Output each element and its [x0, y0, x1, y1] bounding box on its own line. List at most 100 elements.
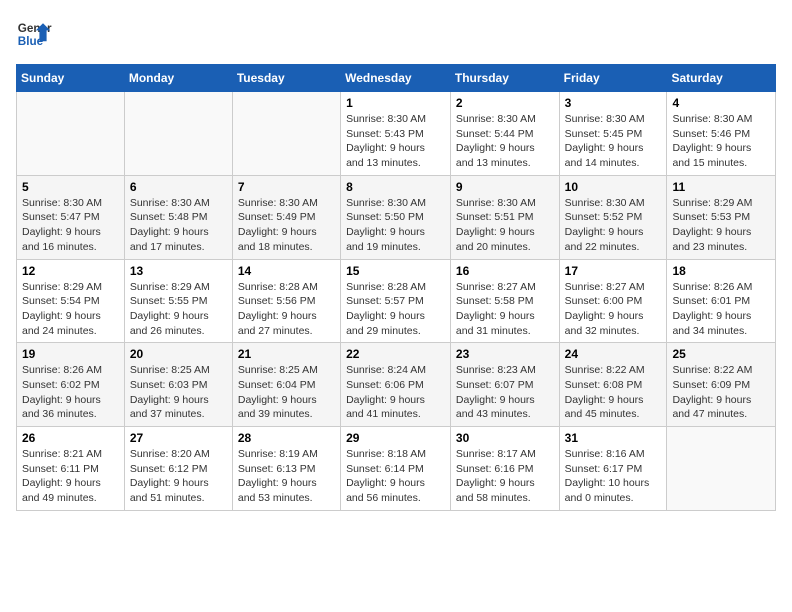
cell-content: Sunrise: 8:25 AM [130, 364, 210, 376]
cell-content: Daylight: 9 hours and 18 minutes. [238, 226, 317, 253]
calendar-cell [232, 92, 340, 176]
cell-content: Sunrise: 8:27 AM [456, 281, 536, 293]
calendar-table: SundayMondayTuesdayWednesdayThursdayFrid… [16, 64, 776, 511]
header-thursday: Thursday [450, 65, 559, 92]
day-number: 13 [130, 264, 227, 278]
header: General Blue [16, 16, 776, 52]
cell-content: Sunrise: 8:30 AM [130, 197, 210, 209]
header-friday: Friday [559, 65, 667, 92]
logo: General Blue [16, 16, 52, 52]
cell-content: Sunset: 6:09 PM [672, 379, 750, 391]
cell-content: Sunrise: 8:30 AM [672, 113, 752, 125]
cell-content: Daylight: 9 hours and 47 minutes. [672, 394, 751, 421]
cell-content: Sunrise: 8:26 AM [22, 364, 102, 376]
day-number: 1 [346, 96, 445, 110]
day-number: 24 [565, 347, 662, 361]
calendar-week-2: 5Sunrise: 8:30 AMSunset: 5:47 PMDaylight… [17, 175, 776, 259]
calendar-header-row: SundayMondayTuesdayWednesdayThursdayFrid… [17, 65, 776, 92]
cell-content: Sunrise: 8:29 AM [672, 197, 752, 209]
cell-content: Sunset: 5:54 PM [22, 295, 100, 307]
cell-content: Sunset: 5:48 PM [130, 211, 208, 223]
calendar-cell: 1 Sunrise: 8:30 AM Sunset: 5:43 PM Daylight… [341, 92, 451, 176]
cell-content: Daylight: 9 hours and 16 minutes. [22, 226, 101, 253]
cell-content: Sunset: 5:50 PM [346, 211, 424, 223]
calendar-cell: 6 Sunrise: 8:30 AM Sunset: 5:48 PM Daylight… [124, 175, 232, 259]
cell-content: Sunset: 6:01 PM [672, 295, 750, 307]
cell-content: Daylight: 9 hours and 37 minutes. [130, 394, 209, 421]
cell-content: Sunset: 5:43 PM [346, 128, 424, 140]
cell-content: Sunset: 6:16 PM [456, 463, 534, 475]
calendar-cell: 22Sunrise: 8:24 AMSunset: 6:06 PMDayligh… [341, 343, 451, 427]
day-number: 23 [456, 347, 554, 361]
calendar-cell: 3Sunrise: 8:30 AMSunset: 5:45 PMDaylight… [559, 92, 667, 176]
cell-content: Daylight: 9 hours and 51 minutes. [130, 477, 209, 504]
cell-content: Sunset: 6:11 PM [22, 463, 99, 475]
calendar-cell: 14Sunrise: 8:28 AMSunset: 5:56 PMDayligh… [232, 259, 340, 343]
cell-content: Daylight: 9 hours and 58 minutes. [456, 477, 535, 504]
calendar-week-3: 12Sunrise: 8:29 AMSunset: 5:54 PMDayligh… [17, 259, 776, 343]
cell-content: Daylight: 9 hours and 29 minutes. [346, 310, 425, 337]
day-number: 22 [346, 347, 445, 361]
cell-content: Sunset: 6:17 PM [565, 463, 643, 475]
cell-content: Daylight: 10 hours and 0 minutes. [565, 477, 650, 504]
cell-content: Sunrise: 8:28 AM [346, 281, 426, 293]
calendar-cell: 9Sunrise: 8:30 AMSunset: 5:51 PMDaylight… [450, 175, 559, 259]
cell-content: Sunset: 6:03 PM [130, 379, 208, 391]
cell-content: Sunrise: 8:21 AM [22, 448, 102, 460]
cell-content: Sunset: 6:04 PM [238, 379, 316, 391]
cell-content: Sunrise: 8:30 AM [346, 113, 426, 125]
day-number: 28 [238, 431, 335, 445]
day-number: 4 [672, 96, 770, 110]
cell-content: Sunrise: 8:30 AM [346, 197, 426, 209]
cell-content: Sunset: 5:47 PM [22, 211, 100, 223]
cell-content: Sunrise: 8:26 AM [672, 281, 752, 293]
day-number: 11 [672, 180, 770, 194]
calendar-cell: 4Sunrise: 8:30 AMSunset: 5:46 PMDaylight… [667, 92, 776, 176]
calendar-cell: 28Sunrise: 8:19 AMSunset: 6:13 PMDayligh… [232, 427, 340, 511]
cell-content: Sunset: 6:13 PM [238, 463, 316, 475]
cell-content: Sunrise: 8:24 AM [346, 364, 426, 376]
cell-content: Sunrise: 8:17 AM [456, 448, 536, 460]
cell-content: Sunset: 6:07 PM [456, 379, 534, 391]
header-tuesday: Tuesday [232, 65, 340, 92]
cell-content: Sunrise: 8:19 AM [238, 448, 318, 460]
cell-content: Daylight: 9 hours and 20 minutes. [456, 226, 535, 253]
calendar-cell: 20Sunrise: 8:25 AMSunset: 6:03 PMDayligh… [124, 343, 232, 427]
cell-content: Sunrise: 8:22 AM [672, 364, 752, 376]
cell-content: Sunset: 5:49 PM [238, 211, 316, 223]
cell-content: Sunrise: 8:25 AM [238, 364, 318, 376]
cell-content: Sunset: 5:44 PM [456, 128, 534, 140]
cell-content: Sunrise: 8:23 AM [456, 364, 536, 376]
cell-content: Daylight: 9 hours and 23 minutes. [672, 226, 751, 253]
calendar-cell: 27Sunrise: 8:20 AMSunset: 6:12 PMDayligh… [124, 427, 232, 511]
header-sunday: Sunday [17, 65, 125, 92]
calendar-cell: 24Sunrise: 8:22 AMSunset: 6:08 PMDayligh… [559, 343, 667, 427]
day-number: 10 [565, 180, 662, 194]
cell-content: Daylight: 9 hours and 13 minutes. [346, 142, 425, 169]
cell-content: Daylight: 9 hours and 34 minutes. [672, 310, 751, 337]
calendar-week-5: 26Sunrise: 8:21 AMSunset: 6:11 PMDayligh… [17, 427, 776, 511]
cell-content: Sunrise: 8:18 AM [346, 448, 426, 460]
calendar-cell [124, 92, 232, 176]
cell-content: Daylight: 9 hours and 17 minutes. [130, 226, 209, 253]
calendar-cell: 2Sunrise: 8:30 AMSunset: 5:44 PMDaylight… [450, 92, 559, 176]
cell-content: Sunset: 6:12 PM [130, 463, 208, 475]
day-number: 6 [130, 180, 227, 194]
day-number: 21 [238, 347, 335, 361]
cell-content: Sunset: 6:14 PM [346, 463, 424, 475]
calendar-cell: 16Sunrise: 8:27 AMSunset: 5:58 PMDayligh… [450, 259, 559, 343]
calendar-cell: 21Sunrise: 8:25 AMSunset: 6:04 PMDayligh… [232, 343, 340, 427]
calendar-week-4: 19Sunrise: 8:26 AMSunset: 6:02 PMDayligh… [17, 343, 776, 427]
cell-content: Daylight: 9 hours and 45 minutes. [565, 394, 644, 421]
cell-content: Sunrise: 8:30 AM [22, 197, 102, 209]
cell-content: Daylight: 9 hours and 36 minutes. [22, 394, 101, 421]
logo-icon: General Blue [16, 16, 52, 52]
day-number: 25 [672, 347, 770, 361]
cell-content: Daylight: 9 hours and 49 minutes. [22, 477, 101, 504]
day-number: 30 [456, 431, 554, 445]
calendar-cell: 10Sunrise: 8:30 AMSunset: 5:52 PMDayligh… [559, 175, 667, 259]
cell-content: Sunrise: 8:22 AM [565, 364, 645, 376]
day-number: 27 [130, 431, 227, 445]
calendar-cell: 11Sunrise: 8:29 AMSunset: 5:53 PMDayligh… [667, 175, 776, 259]
cell-content: Daylight: 9 hours and 22 minutes. [565, 226, 644, 253]
